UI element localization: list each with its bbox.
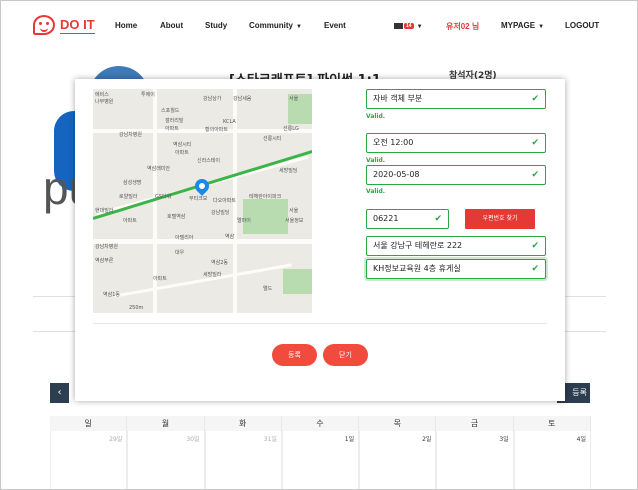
time-field[interactable]: 오전 12:00 ✔	[366, 133, 546, 153]
validation-message: Valid.	[366, 188, 386, 195]
location-map[interactable]: 에비스 투에이 나무병원 스포월드 강남상가 서울 강남세움 KCLA 황의아파…	[93, 89, 312, 313]
category-field[interactable]: 자바 객체 부분 ✔	[366, 89, 546, 109]
date-value: 2020-05-08	[373, 170, 420, 179]
nav-home[interactable]: Home	[115, 21, 137, 30]
check-icon: ✔	[531, 241, 539, 251]
register-button[interactable]: 등록	[272, 344, 317, 366]
postcode-field[interactable]: 06221 ✔	[366, 209, 449, 229]
caret-down-icon: ▼	[538, 24, 545, 30]
nav-community[interactable]: Community ▼	[249, 21, 302, 30]
calendar-prev-button[interactable]: ‹	[50, 383, 69, 403]
check-icon: ✔	[531, 138, 539, 148]
calendar-day-cell[interactable]: 2일	[359, 431, 437, 489]
calendar-week-row: 29일 30일 31일 1일 2일 3일 4일	[50, 431, 591, 489]
address-detail-value: KH정보교육원 4층 휴게실	[373, 264, 461, 273]
nav-event[interactable]: Event	[324, 21, 346, 30]
nav-about[interactable]: About	[160, 21, 183, 30]
calendar-day-cell[interactable]: 30일	[127, 431, 205, 489]
validation-message: Valid.	[366, 157, 386, 164]
weekday-label: 수	[281, 416, 360, 431]
address-detail-field[interactable]: KH정보교육원 4층 휴게실 ✔	[366, 259, 546, 279]
address-field[interactable]: 서울 강남구 테헤란로 222 ✔	[366, 236, 546, 256]
calendar: 일 월 화 수 목 금 토 29일 30일 31일 1일 2일 3일 4일	[50, 416, 591, 489]
check-icon: ✔	[531, 264, 539, 274]
nav-mypage[interactable]: MYPAGE ▼	[501, 21, 544, 30]
category-value: 자바 객체 부분	[373, 94, 423, 103]
calendar-day-cell[interactable]: 4일	[513, 431, 591, 489]
calendar-day-cell[interactable]: 31일	[204, 431, 282, 489]
nav-community-label: Community	[249, 21, 293, 30]
date-field[interactable]: 2020-05-08 ✔	[366, 165, 546, 185]
address-value: 서울 강남구 테헤란로 222	[373, 241, 463, 250]
calendar-day-cell[interactable]: 3일	[436, 431, 514, 489]
weekday-label: 토	[513, 416, 591, 431]
check-icon: ✔	[434, 214, 442, 224]
postcode-value: 06221	[373, 214, 399, 223]
calendar-day-cell[interactable]: 29일	[50, 431, 128, 489]
caret-down-icon: ▼	[296, 24, 302, 30]
nav-study[interactable]: Study	[205, 21, 227, 30]
weekday-label: 목	[359, 416, 437, 431]
caret-down-icon: ▼	[416, 24, 423, 30]
nav-logout[interactable]: LOGOUT	[565, 21, 599, 30]
check-icon: ✔	[531, 170, 539, 180]
mail-icon	[394, 22, 403, 29]
schedule-modal: 에비스 투에이 나무병원 스포월드 강남상가 서울 강남세움 KCLA 황의아파…	[75, 79, 565, 401]
browser-frame: DO IT Home About Study Community ▼ Event …	[0, 0, 638, 490]
mypage-label: MYPAGE	[501, 21, 536, 30]
messages-dropdown[interactable]: 14 ▼	[394, 21, 423, 30]
smiley-chat-icon	[33, 15, 55, 35]
check-icon: ✔	[531, 94, 539, 104]
time-value: 오전 12:00	[373, 138, 414, 147]
site-logo[interactable]: DO IT	[33, 15, 95, 35]
weekday-label: 일	[50, 416, 128, 431]
close-button[interactable]: 닫기	[323, 344, 368, 366]
map-marker-icon[interactable]	[192, 176, 212, 196]
weekday-label: 금	[436, 416, 514, 431]
weekday-label: 화	[204, 416, 282, 431]
register-label: 등록	[572, 388, 587, 397]
logo-text: DO IT	[60, 16, 95, 34]
weekday-label: 월	[127, 416, 205, 431]
find-postcode-button[interactable]: 우편번호 찾기	[465, 209, 535, 229]
modal-divider	[93, 323, 547, 324]
calendar-weekday-header: 일 월 화 수 목 금 토	[50, 416, 591, 431]
message-count-badge: 14	[404, 22, 414, 29]
validation-message: Valid.	[366, 113, 386, 120]
user-name: 유저02 님	[446, 22, 480, 31]
calendar-day-cell[interactable]: 1일	[281, 431, 360, 489]
top-navbar: DO IT Home About Study Community ▼ Event …	[1, 1, 637, 51]
